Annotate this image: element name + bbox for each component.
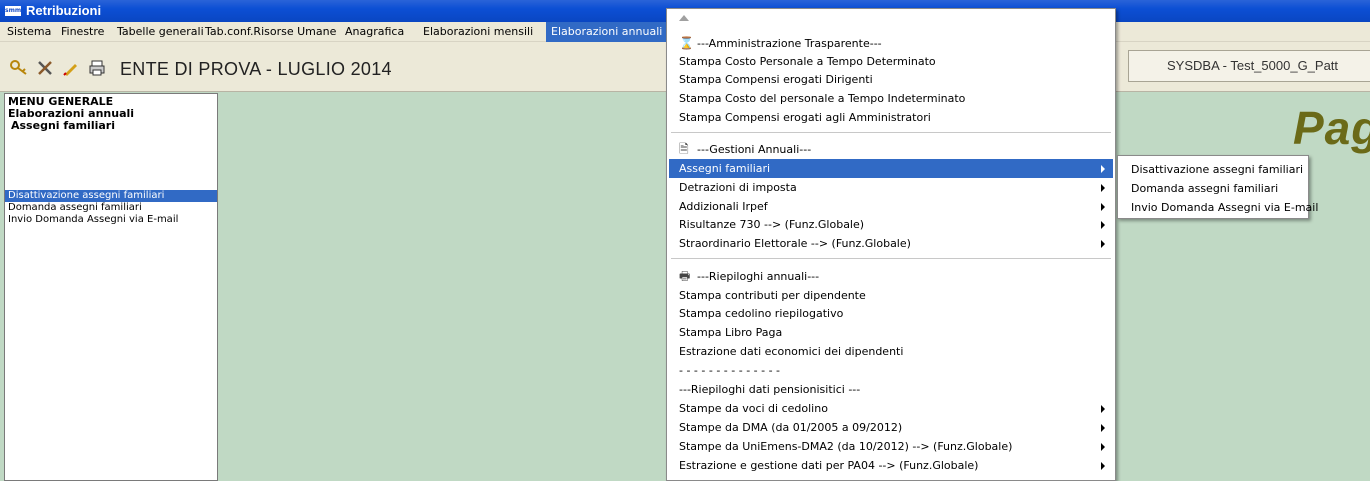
app-logo-icon: smm [5, 6, 22, 16]
dropdown-item[interactable]: Estrazione e gestione dati per PA04 --> … [669, 456, 1113, 475]
submenu-arrow-icon [1101, 184, 1105, 192]
menu-tabelle-generali[interactable]: Tabelle generali [112, 22, 209, 42]
menu-finestre[interactable]: Finestre [56, 22, 109, 42]
submenu-arrow-icon [1101, 462, 1105, 470]
dropdown-item[interactable]: Stampa Costo Personale a Tempo Determina… [669, 52, 1113, 71]
menu-sistema[interactable]: Sistema [2, 22, 56, 42]
key-icon[interactable] [8, 57, 30, 79]
left-menu-list: Disattivazione assegni familiari Domanda… [5, 190, 217, 226]
dropdown-menu-elaborazioni-annuali: ⌛ ---Amministrazione Trasparente--- Stamp… [666, 8, 1116, 481]
dropdown-section-header: 🗎 ---Gestioni Annuali--- [669, 140, 1113, 159]
dropdown-item[interactable]: Stampe da DMA (da 01/2005 a 09/2012) [669, 418, 1113, 437]
menu-tab-conf-risorse-umane[interactable]: Tab.conf.Risorse Umane [200, 22, 341, 42]
window-title: Retribuzioni [26, 3, 102, 18]
submenu-arrow-icon [1101, 424, 1105, 432]
toolbar-title: ENTE DI PROVA - LUGLIO 2014 [120, 59, 392, 79]
submenu-item-domanda[interactable]: Domanda assegni familiari [1118, 179, 1308, 198]
dropdown-item-assegni-familiari[interactable]: Assegni familiari [669, 159, 1113, 178]
dropdown-item[interactable]: Straordinario Elettorale --> (Funz.Globa… [669, 234, 1113, 253]
dropdown-section-header: ⌛ ---Amministrazione Trasparente--- [669, 34, 1113, 53]
dropdown-item[interactable]: Estrazione dati economici dei dipendenti [669, 342, 1113, 361]
pen-icon[interactable] [60, 57, 82, 79]
dropdown-item[interactable]: Stampa cedolino riepilogativo [669, 304, 1113, 323]
dropdown-item[interactable]: Stampe da UniEmens-DMA2 (da 10/2012) -->… [669, 437, 1113, 456]
dropdown-item[interactable]: Stampa Libro Paga [669, 323, 1113, 342]
submenu-arrow-icon [1101, 405, 1105, 413]
dropdown-item-divider-text: - - - - - - - - - - - - - - [679, 364, 781, 377]
dropdown-section-header: 🖶 ---Riepiloghi annuali--- [669, 267, 1113, 286]
menu-elaborazioni-annuali[interactable]: Elaborazioni annuali [546, 22, 668, 42]
list-item-domanda[interactable]: Domanda assegni familiari [5, 202, 217, 214]
scroll-up-arrow-icon[interactable] [679, 15, 689, 21]
list-item-invio-email[interactable]: Invio Domanda Assegni via E-mail [5, 214, 217, 226]
submenu-arrow-icon [1101, 443, 1105, 451]
menu-separator [671, 258, 1111, 259]
user-info-box: SYSDBA - Test_5000_G_Patt [1128, 50, 1370, 82]
dropdown-item[interactable]: Stampa contributi per dipendente [669, 286, 1113, 305]
dropdown-item[interactable]: Stampa Costo del personale a Tempo Indet… [669, 89, 1113, 108]
printer-icon: 🖶 [679, 269, 691, 283]
dropdown-item[interactable]: Detrazioni di imposta [669, 178, 1113, 197]
left-menu-panel: MENU GENERALE Elaborazioni annuali Asseg… [4, 93, 218, 481]
menu-separator [671, 132, 1111, 133]
background-page-title: Pagi [1293, 102, 1370, 154]
tools-icon[interactable] [34, 57, 56, 79]
submenu-assegni-familiari: Disattivazione assegni familiari Domanda… [1117, 155, 1318, 219]
hourglass-icon: ⌛ [679, 36, 694, 50]
submenu-arrow-icon [1101, 203, 1105, 211]
dropdown-item[interactable]: Stampa Compensi erogati agli Amministrat… [669, 108, 1113, 127]
menu-anagrafica[interactable]: Anagrafica [340, 22, 409, 42]
list-item-disattivazione[interactable]: Disattivazione assegni familiari [5, 190, 217, 202]
documents-icon: 🗎 [679, 142, 689, 156]
menu-section-title: Assegni familiari [11, 119, 115, 132]
dropdown-item[interactable]: Stampa Compensi erogati Dirigenti [669, 70, 1113, 89]
submenu-arrow-icon [1101, 240, 1105, 248]
submenu-item-disattivazione[interactable]: Disattivazione assegni familiari [1118, 160, 1308, 179]
printer-icon[interactable] [86, 57, 108, 79]
dropdown-item[interactable]: Risultanze 730 --> (Funz.Globale) [669, 215, 1113, 234]
submenu-item-invio-email[interactable]: Invio Domanda Assegni via E-mail [1118, 198, 1318, 217]
dropdown-item[interactable]: Addizionali Irpef [669, 197, 1113, 216]
dropdown-subsection-header: ---Riepiloghi dati pensionisitici --- [679, 383, 861, 396]
menu-elaborazioni-mensili[interactable]: Elaborazioni mensili [418, 22, 538, 42]
submenu-arrow-icon [1101, 221, 1105, 229]
submenu-arrow-icon [1101, 165, 1105, 173]
dropdown-item[interactable]: Stampe da voci di cedolino [669, 399, 1113, 418]
